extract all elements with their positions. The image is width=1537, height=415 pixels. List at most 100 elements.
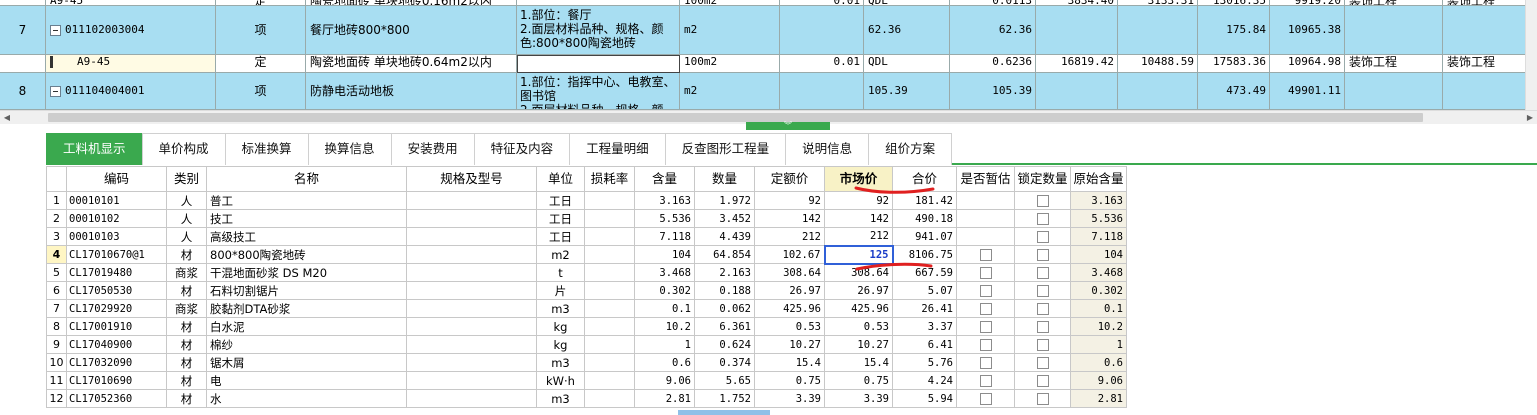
tab-4[interactable]: 安装费用 — [390, 133, 475, 165]
header-sum[interactable]: 合价 — [892, 166, 957, 192]
tab-3[interactable]: 换算信息 — [307, 133, 392, 165]
resource-market-price[interactable]: 425.96 — [824, 299, 893, 318]
header-orig-content[interactable]: 原始含量 — [1070, 166, 1127, 192]
bill-row-8-col13[interactable] — [1345, 73, 1443, 110]
tab-9[interactable]: 组价方案 — [868, 133, 953, 165]
resource-quantity[interactable]: 1.752 — [694, 389, 755, 408]
header-quantity[interactable]: 数量 — [694, 166, 755, 192]
resource-loss-rate[interactable] — [584, 353, 635, 372]
header-provisional[interactable]: 是否暂估 — [956, 166, 1015, 192]
lock-qty-checkbox[interactable] — [1036, 249, 1049, 261]
resource-category[interactable]: 材 — [166, 371, 207, 390]
header-loss-rate[interactable]: 损耗率 — [584, 166, 635, 192]
bill-row-8-unit[interactable]: m2 — [680, 73, 780, 110]
resource-name[interactable]: 水 — [206, 389, 407, 408]
quota-row-col10[interactable]: 10488.59 — [1118, 55, 1198, 73]
resource-quantity[interactable]: 1.972 — [694, 191, 755, 210]
tab-0[interactable]: 工料机显示 — [46, 133, 143, 165]
resource-quota-price[interactable]: 15.4 — [754, 353, 825, 372]
resource-market-price[interactable]: 142 — [824, 209, 893, 228]
resource-code[interactable]: 00010103 — [66, 227, 167, 246]
resource-orig-content[interactable]: 3.468 — [1070, 263, 1127, 282]
resource-market-price[interactable]: 26.97 — [824, 281, 893, 300]
resource-code[interactable]: CL17050530 — [66, 281, 167, 300]
resource-quota-price[interactable]: 10.27 — [754, 335, 825, 354]
bill-row-7-unit[interactable]: m2 — [680, 6, 780, 55]
bill-row-8-type[interactable]: 项 — [216, 73, 306, 110]
tab-8[interactable]: 说明信息 — [785, 133, 870, 165]
resource-loss-rate[interactable] — [584, 227, 635, 246]
resource-row[interactable]: 10 CL17032090 材锯木屑 m3 0.6 0.374 15.4 15.4 5.76 0.… — [46, 353, 1127, 372]
resource-category[interactable]: 人 — [166, 227, 207, 246]
resource-name[interactable]: 锯木屑 — [206, 353, 407, 372]
resource-quota-price[interactable]: 0.75 — [754, 371, 825, 390]
header-content[interactable]: 含量 — [634, 166, 695, 192]
resource-code[interactable]: CL17010670@1 — [66, 245, 167, 264]
lock-qty-checkbox[interactable] — [1036, 321, 1049, 333]
resource-spec[interactable] — [406, 335, 537, 354]
header-lock-qty[interactable]: 锁定数量 — [1014, 166, 1071, 192]
resource-spec[interactable] — [406, 389, 537, 408]
provisional-checkbox[interactable] — [979, 303, 992, 315]
resource-sum[interactable]: 6.41 — [892, 335, 957, 354]
resource-content[interactable]: 9.06 — [634, 371, 695, 390]
resource-unit[interactable]: kg — [536, 335, 585, 354]
resource-loss-rate[interactable] — [584, 209, 635, 228]
bill-row-7-expr[interactable]: 62.36 — [864, 6, 950, 55]
resource-row[interactable]: 11 CL17010690 材电 kW·h 9.06 5.65 0.75 0.75 4.24 9.… — [46, 371, 1127, 390]
bill-row-8-seq[interactable]: 8 — [0, 73, 46, 110]
bill-row-8-col9[interactable] — [1036, 73, 1118, 110]
tab-7[interactable]: 反查图形工程量 — [664, 133, 787, 165]
resource-category[interactable]: 人 — [166, 209, 207, 228]
lock-qty-checkbox[interactable] — [1036, 393, 1049, 405]
resource-unit[interactable]: 工日 — [536, 227, 585, 246]
resource-row[interactable]: 7 CL17029920 商浆 胶黏剂DTA砂浆 m3 0.1 0.062 425.96 425… — [46, 299, 1127, 318]
scrollbar-thumb[interactable] — [48, 113, 1423, 122]
resource-market-price[interactable]: 308.64 — [824, 263, 893, 282]
resource-market-price[interactable]: 3.39 — [824, 389, 893, 408]
resource-sum[interactable]: 941.07 — [892, 227, 957, 246]
header-quota-price[interactable]: 定额价 — [754, 166, 825, 192]
resource-orig-content[interactable]: 1 — [1070, 335, 1127, 354]
provisional-checkbox[interactable] — [979, 375, 992, 387]
resource-spec[interactable] — [406, 245, 537, 264]
resource-row[interactable]: 8 CL17001910 材白水泥 kg 10.2 6.361 0.53 0.53 3.37 10… — [46, 317, 1127, 336]
lock-qty-checkbox[interactable] — [1036, 231, 1049, 243]
resource-spec[interactable] — [406, 317, 537, 336]
bill-row-8-features[interactable]: 1.部位：指挥中心、电教室、图书馆 2.面层材料品种、规格、颜 — [517, 73, 680, 110]
provisional-checkbox[interactable] — [979, 321, 992, 333]
resource-quantity[interactable]: 0.188 — [694, 281, 755, 300]
resource-content[interactable]: 5.536 — [634, 209, 695, 228]
resource-loss-rate[interactable] — [584, 335, 635, 354]
bill-row-8-name[interactable]: 防静电活动地板 — [306, 73, 517, 110]
resource-unit[interactable]: kW·h — [536, 371, 585, 390]
resource-quantity[interactable]: 0.624 — [694, 335, 755, 354]
resource-sum[interactable]: 8106.75 — [892, 245, 957, 264]
resource-content[interactable]: 0.302 — [634, 281, 695, 300]
resource-row[interactable]: 4 CL17010670@1 材 800*800陶瓷地砖 m2 104 64.854 102.… — [46, 244, 1127, 265]
resource-loss-rate[interactable] — [584, 317, 635, 336]
resource-code[interactable]: 00010102 — [66, 209, 167, 228]
resource-name[interactable]: 800*800陶瓷地砖 — [206, 245, 407, 264]
resource-orig-content[interactable]: 0.1 — [1070, 299, 1127, 318]
resource-quota-price[interactable]: 212 — [754, 227, 825, 246]
resource-name[interactable]: 干混地面砂浆 DS M20 — [206, 263, 407, 282]
bottom-sheet-tab[interactable] — [678, 410, 770, 415]
resource-unit[interactable]: m3 — [536, 389, 585, 408]
resource-category[interactable]: 商浆 — [166, 263, 207, 282]
resource-quantity[interactable]: 0.062 — [694, 299, 755, 318]
bill-row-7-col9[interactable] — [1036, 6, 1118, 55]
resource-market-price[interactable]: 92 — [824, 191, 893, 210]
resource-orig-content[interactable]: 10.2 — [1070, 317, 1127, 336]
resource-loss-rate[interactable] — [584, 371, 635, 390]
header-name[interactable]: 名称 — [206, 166, 407, 192]
resource-quota-price[interactable]: 92 — [754, 191, 825, 210]
resource-sum[interactable]: 667.59 — [892, 263, 957, 282]
lock-qty-checkbox[interactable] — [1036, 195, 1049, 207]
resource-quota-price[interactable]: 102.67 — [754, 245, 825, 264]
resource-row[interactable]: 5 CL17019480 商浆 干混地面砂浆 DS M20 t 3.468 2.163 308… — [46, 263, 1127, 282]
resource-orig-content[interactable]: 104 — [1070, 245, 1127, 264]
resource-sum[interactable]: 3.37 — [892, 317, 957, 336]
provisional-checkbox[interactable] — [979, 393, 992, 405]
resource-market-price[interactable]: 0.75 — [824, 371, 893, 390]
